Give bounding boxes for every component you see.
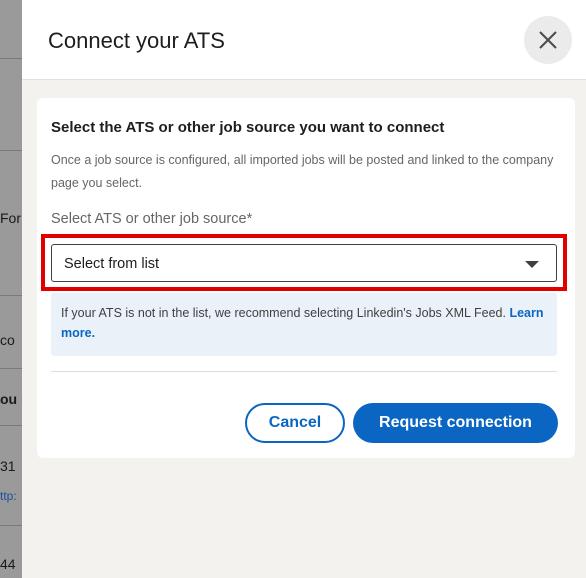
background-text: ou bbox=[0, 391, 18, 407]
info-text: If your ATS is not in the list, we recom… bbox=[61, 303, 549, 343]
ats-form-card: Select the ATS or other job source you w… bbox=[37, 98, 575, 458]
background-text: 44 bbox=[0, 556, 16, 572]
ats-source-select[interactable]: Select from list bbox=[51, 244, 557, 282]
connect-ats-dialog: Connect your ATS Select the ATS or other… bbox=[22, 0, 586, 578]
ats-source-label: Select ATS or other job source* bbox=[51, 211, 253, 227]
divider bbox=[51, 371, 557, 372]
form-description: Once a job source is configured, all imp… bbox=[51, 153, 554, 190]
info-notice: If your ATS is not in the list, we recom… bbox=[51, 293, 557, 356]
background-text: For bbox=[0, 210, 21, 226]
info-message: If your ATS is not in the list, we recom… bbox=[61, 306, 506, 320]
request-connection-button[interactable]: Request connection bbox=[353, 403, 558, 443]
background-text: co bbox=[0, 332, 15, 348]
select-value: Select from list bbox=[64, 256, 160, 272]
close-icon bbox=[539, 31, 557, 49]
background-text: 31 bbox=[0, 458, 16, 474]
dialog-title: Connect your ATS bbox=[48, 28, 225, 53]
background-link: ttp: bbox=[0, 489, 17, 503]
dialog-header: Connect your ATS bbox=[22, 0, 586, 80]
cancel-button[interactable]: Cancel bbox=[245, 403, 345, 443]
form-heading: Select the ATS or other job source you w… bbox=[51, 119, 445, 136]
close-button[interactable] bbox=[524, 16, 572, 64]
caret-down-icon bbox=[525, 261, 539, 268]
